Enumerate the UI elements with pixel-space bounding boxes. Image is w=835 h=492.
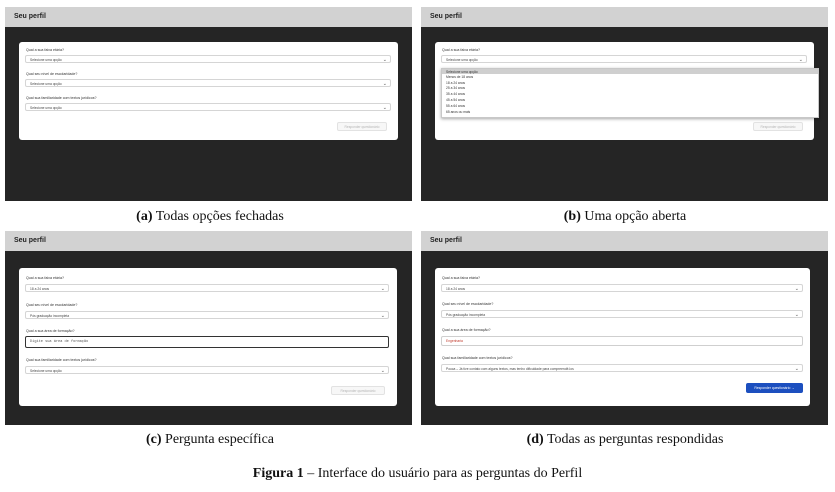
select-legal-familiarity[interactable]: Pouca – Já tive contato com alguns texto… — [441, 364, 803, 372]
header-title: Seu perfil — [421, 231, 828, 251]
figure-caption-text: – Interface do usuário para as perguntas… — [303, 466, 583, 481]
select-legal-familiarity[interactable]: Selecione uma opção ⌄ — [25, 366, 389, 374]
header-title: Seu perfil — [421, 7, 828, 27]
dropdown-option[interactable]: 25 a 34 anos — [446, 86, 465, 90]
question-label-education: Qual seu nível de escolaridade? — [26, 72, 78, 76]
chevron-down-icon: ⌄ — [794, 285, 799, 292]
form-card: Qual a sua faixa etária? 18 a 24 anos ⌄ … — [19, 268, 397, 406]
chevron-down-icon: ⌄ — [794, 365, 799, 372]
caption-letter: (b) — [563, 209, 581, 224]
field-of-study-input[interactable]: Digite sua área de formação — [25, 336, 389, 348]
chevron-down-icon: ⌄ — [798, 56, 803, 63]
field-of-study-placeholder: Digite sua área de formação — [30, 339, 89, 344]
question-label-education: Qual seu nível de escolaridade? — [26, 303, 78, 307]
caption-letter: (a) — [136, 209, 153, 224]
highlighted-option-bg — [442, 69, 818, 74]
panel-d: Seu perfil Qual a sua faixa etária? 18 a… — [421, 231, 828, 425]
caption-a: (a) Todas opções fechadas — [0, 209, 420, 225]
select-value: Selecione uma opção — [30, 105, 62, 110]
question-label-age: Qual a sua faixa etária? — [442, 48, 480, 52]
select-age[interactable]: Selecione uma opção ⌄ — [441, 55, 807, 63]
question-label-age: Qual a sua faixa etária? — [26, 276, 64, 280]
caption-text: Pergunta específica — [165, 432, 275, 447]
question-label-legal-familiarity: Qual sua familiaridade com textos jurídi… — [26, 96, 97, 100]
select-value: Selecione uma opção — [30, 368, 62, 373]
figure-caption: Figura 1 – Interface do usuário para as … — [0, 466, 835, 482]
form-card: Qual a sua faixa etária? 18 a 24 anos ⌄ … — [435, 268, 810, 406]
submit-button[interactable]: Responder questionário — [331, 386, 385, 395]
chevron-down-icon: ⌄ — [382, 104, 387, 111]
question-label-age: Qual a sua faixa etária? — [26, 48, 64, 52]
select-age[interactable]: 18 a 24 anos ⌄ — [441, 284, 803, 292]
caption-text: Todas as perguntas respondidas — [546, 432, 724, 447]
submit-button[interactable]: Responder questionário — [753, 122, 803, 131]
chevron-down-icon: ⌄ — [380, 367, 385, 374]
dropdown-option[interactable]: Menos de 18 anos — [446, 75, 473, 79]
dropdown-option[interactable]: 65 anos ou mais — [446, 110, 470, 114]
select-value: 18 a 24 anos — [446, 286, 466, 291]
panel-b: Seu perfil Qual a sua faixa etária? Sele… — [421, 7, 828, 201]
select-education[interactable]: Pós graduação incompleta ⌄ — [441, 310, 803, 318]
select-value: Selecione uma opção — [446, 57, 478, 62]
submit-button[interactable]: Responder questionário — [337, 122, 387, 131]
select-education[interactable]: Pós graduação incompleta ⌄ — [25, 311, 389, 319]
select-value: Pós graduação incompleta — [446, 312, 486, 317]
caption-b: (b) Uma opção aberta — [415, 209, 835, 225]
question-label-legal-familiarity: Qual sua familiaridade com textos jurídi… — [26, 358, 97, 362]
select-age[interactable]: 18 a 24 anos ⌄ — [25, 284, 389, 292]
question-label-field-of-study: Qual a sua área de formação? — [442, 328, 491, 332]
header-title: Seu perfil — [5, 7, 412, 27]
header-title: Seu perfil — [5, 231, 412, 251]
question-label-legal-familiarity: Qual sua familiaridade com textos jurídi… — [442, 356, 513, 360]
chevron-down-icon: ⌄ — [382, 80, 387, 87]
question-label-education: Qual seu nível de escolaridade? — [442, 302, 494, 306]
caption-letter: (c) — [145, 432, 162, 447]
caption-text: Uma opção aberta — [584, 209, 687, 224]
select-value: Selecione uma opção — [30, 81, 62, 86]
field-of-study-input[interactable]: Engenharia — [441, 336, 803, 346]
form-card: Qual a sua faixa etária? Selecione uma o… — [19, 42, 398, 140]
caption-text: Todas opções fechadas — [155, 209, 284, 224]
form-card: Qual a sua faixa etária? Selecione uma o… — [435, 42, 819, 140]
dropdown-option[interactable]: 35 a 44 anos — [446, 92, 465, 96]
select-legal-familiarity[interactable]: Selecione uma opção ⌄ — [25, 103, 391, 111]
select-value: Pouca – Já tive contato com alguns texto… — [446, 366, 574, 371]
select-education[interactable]: Selecione uma opção ⌄ — [25, 79, 391, 87]
caption-c: (c) Pergunta específica — [0, 432, 420, 448]
question-label-age: Qual a sua faixa etária? — [442, 276, 480, 280]
dropdown-option[interactable]: 55 a 64 anos — [446, 104, 465, 108]
figure-caption-prefix: Figura 1 — [252, 466, 304, 481]
select-value: Selecione uma opção — [30, 57, 62, 62]
question-label-field-of-study: Qual a sua área de formação? — [26, 329, 75, 333]
caption-letter: (d) — [526, 432, 544, 447]
chevron-down-icon: ⌄ — [382, 56, 387, 63]
dropdown-option[interactable]: Selecione uma opção — [446, 70, 478, 74]
dropdown-option[interactable]: 18 a 24 anos — [446, 81, 465, 85]
dropdown-option[interactable]: 45 a 54 anos — [446, 98, 465, 102]
chevron-down-icon: ⌄ — [380, 312, 385, 319]
chevron-down-icon: ⌄ — [380, 285, 385, 292]
submit-button[interactable]: Responder questionário → — [746, 383, 803, 393]
select-value: 18 a 24 anos — [30, 286, 50, 291]
age-dropdown-list: Selecione uma opção Menos de 18 anos 18 … — [441, 68, 819, 118]
panel-a: Seu perfil Qual a sua faixa etária? Sele… — [5, 7, 412, 201]
caption-d: (d) Todas as perguntas respondidas — [415, 432, 835, 448]
select-age[interactable]: Selecione uma opção ⌄ — [25, 55, 391, 63]
panel-c: Seu perfil Qual a sua faixa etária? 18 a… — [5, 231, 412, 425]
field-of-study-value: Engenharia — [446, 338, 463, 343]
select-value: Pós graduação incompleta — [30, 313, 70, 318]
chevron-down-icon: ⌄ — [794, 311, 799, 318]
